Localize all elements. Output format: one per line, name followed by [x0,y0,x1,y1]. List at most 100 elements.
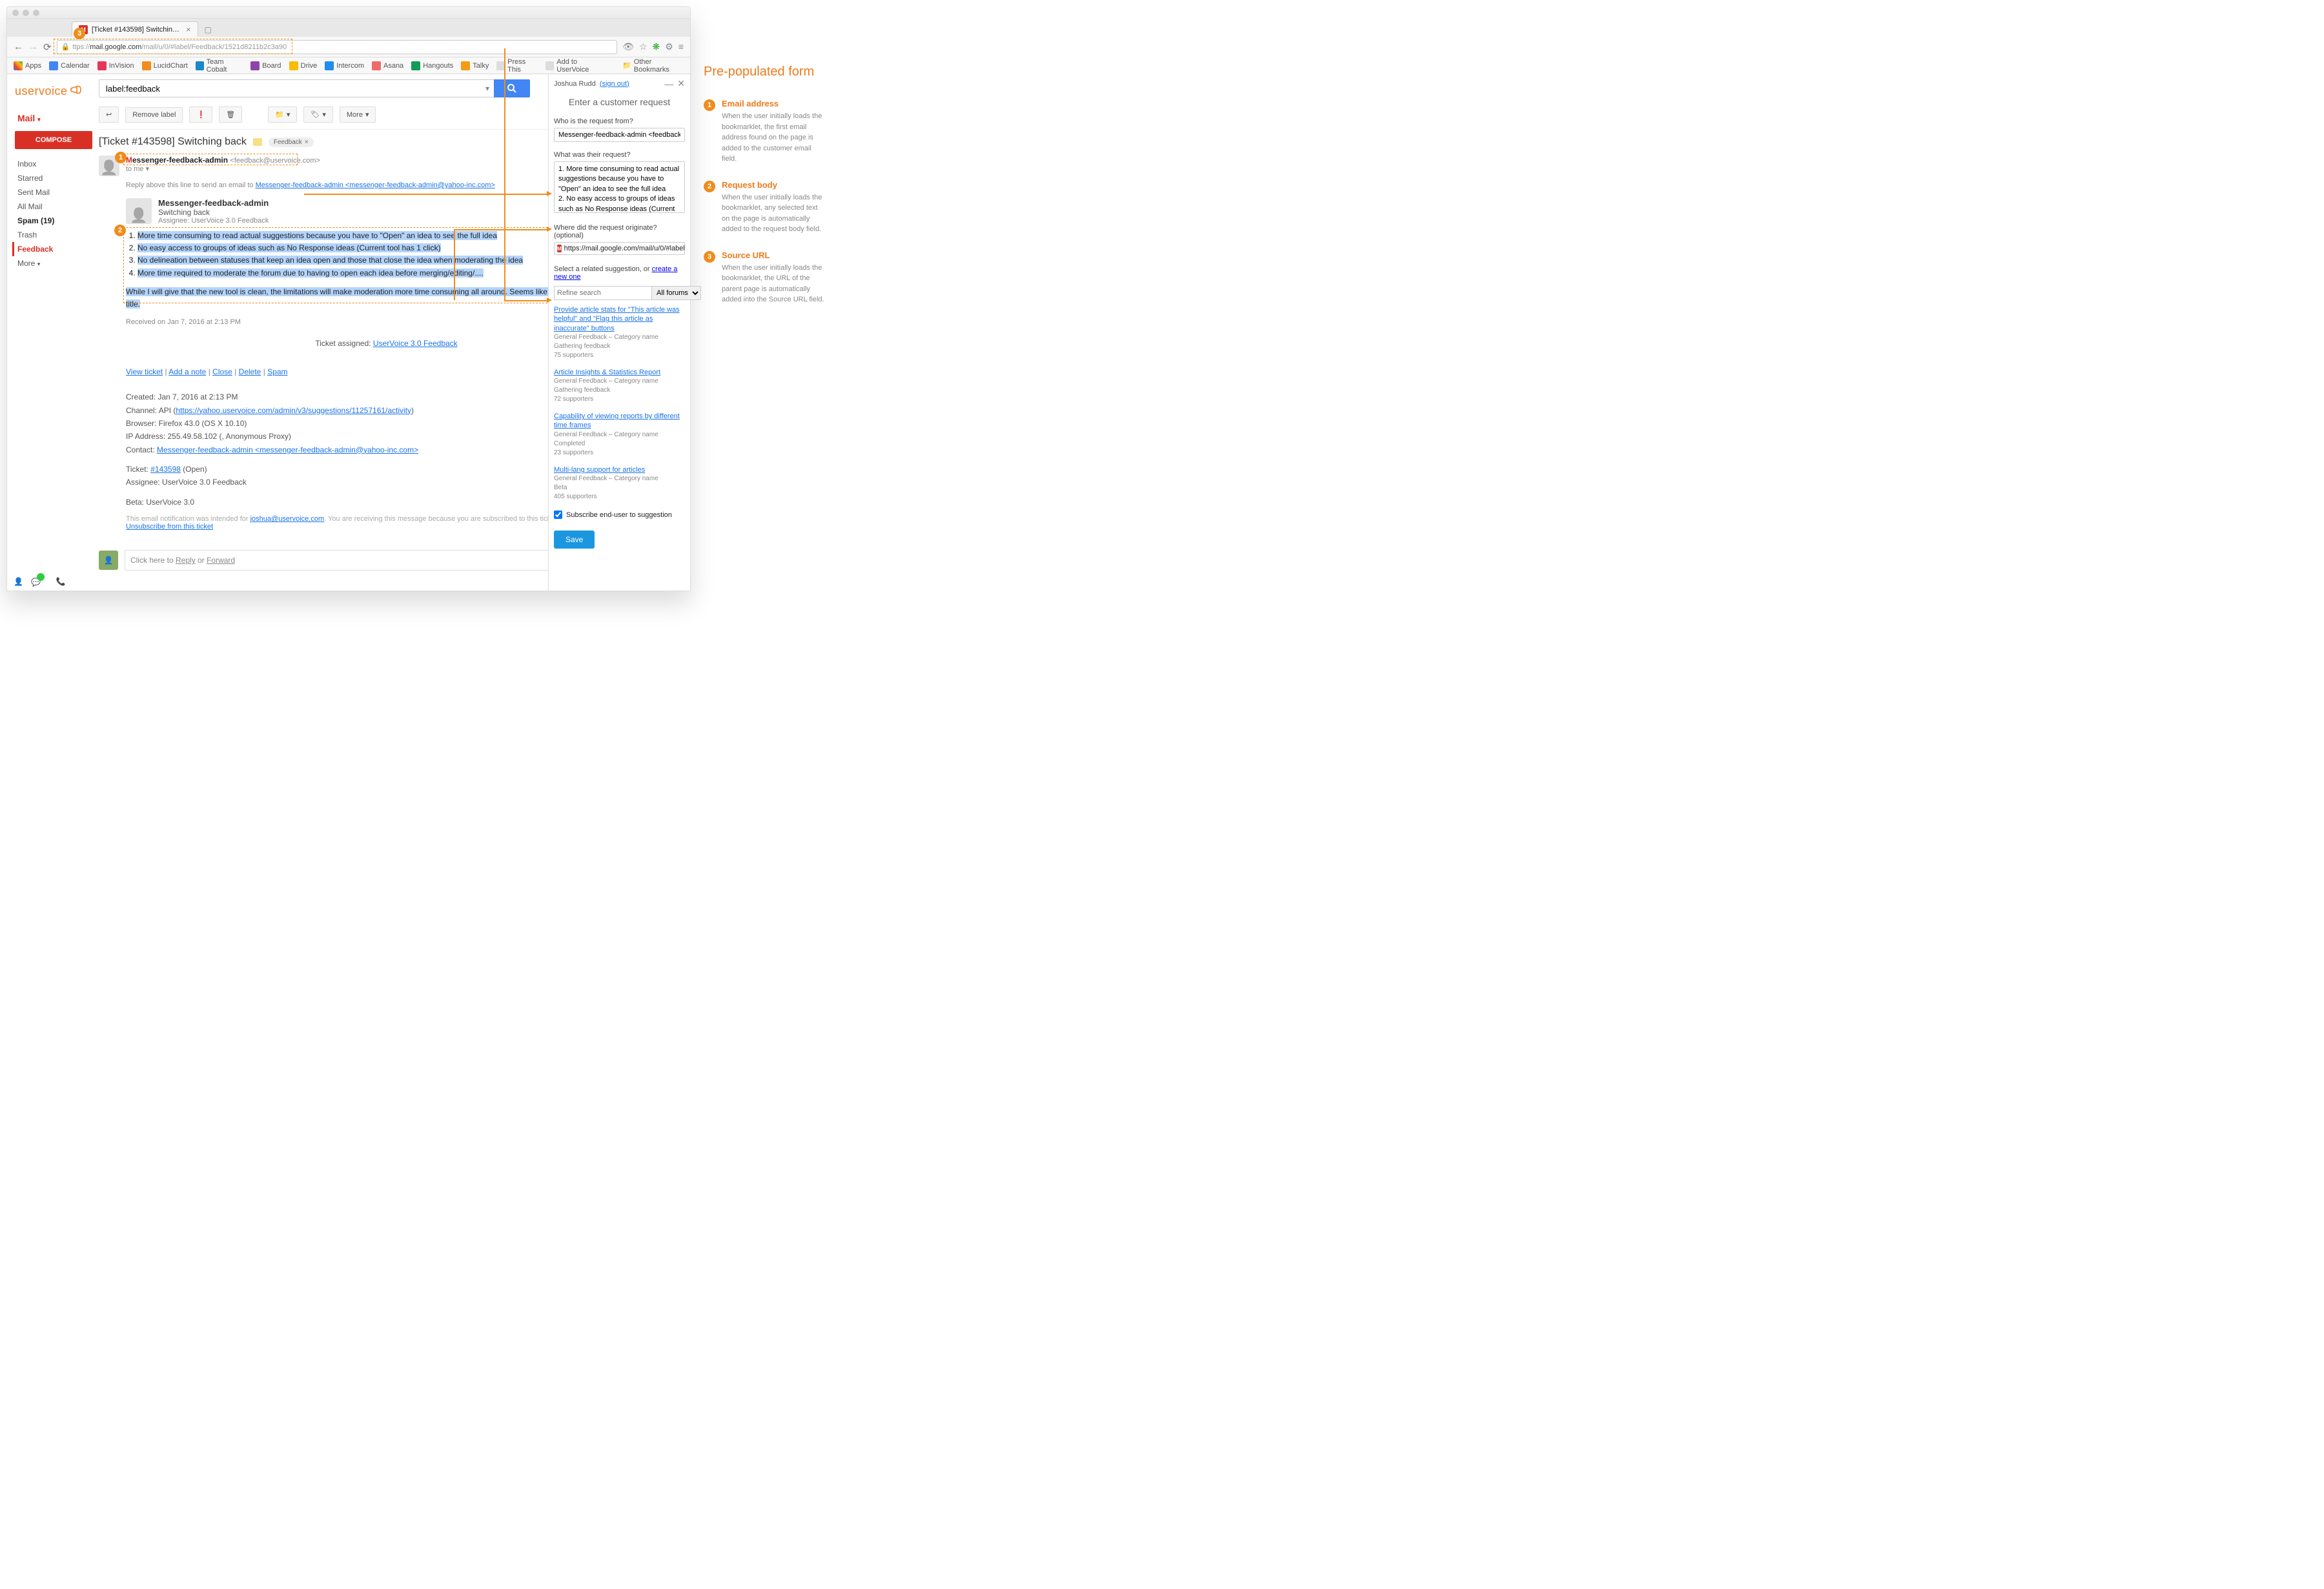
from-line: Messenger-feedback-admin <feedback@userv… [126,156,320,165]
save-button[interactable]: Save [554,531,595,549]
bookmark-talky[interactable]: Talky [461,61,489,70]
request-label: What was their request? [554,148,685,161]
annotation-text: When the user initially loads the bookma… [722,192,825,235]
tag-icon: 🏷 [311,110,320,119]
suggestion-item[interactable]: Multi-lang support for articlesGeneral F… [554,460,685,504]
refine-input[interactable] [554,286,651,300]
url-scheme: ttps:// [72,43,90,51]
minimize-icon[interactable]: — [664,79,673,89]
subscribe-label: Subscribe end-user to suggestion [566,511,672,519]
tab-close-icon[interactable]: × [186,25,191,34]
arrow-3v [504,48,505,300]
url-field[interactable]: 🔒 ttps:// mail.google.com /mail/u/0/#lab… [57,40,618,54]
nav-allmail[interactable]: All Mail [12,199,99,214]
labels-button[interactable]: 🏷 ▾ [303,106,333,123]
mail-dropdown[interactable]: Mail ▾ [12,110,99,131]
bookmark-calendar[interactable]: Calendar [49,61,90,70]
annotation-item: 1 Email address When the user initially … [704,99,833,165]
bookmark-teamcobalt[interactable]: Team Cobalt [196,58,243,74]
close-icon[interactable]: ✕ [677,78,685,89]
nav-inbox[interactable]: Inbox [12,157,99,171]
nav-feedback[interactable]: Feedback [12,242,99,256]
bookmark-hangouts[interactable]: Hangouts [411,61,453,70]
suggestion-title[interactable]: Article Insights & Statistics Report [554,368,685,377]
search-button[interactable] [494,79,530,97]
evernote-icon[interactable]: ❋ [653,41,660,52]
menu-icon[interactable]: ≡ [678,41,684,52]
forward-icon[interactable]: → [28,41,38,52]
bookmark-invision[interactable]: InVision [97,61,134,70]
footer-email-link[interactable]: joshua@uservoice.com [250,515,325,523]
signout-link[interactable]: (sign out) [600,80,629,88]
subscribe-checkbox[interactable] [554,511,562,519]
bookmark-intercom[interactable]: Intercom [325,61,364,70]
bookmark-asana[interactable]: Asana [372,61,403,70]
origin-input[interactable]: M https://mail.google.com/mail/u/0/#labe… [554,242,685,255]
annotation-title: Pre-populated form [704,65,833,79]
gear-icon[interactable]: ⚙ [665,41,673,52]
nav-more[interactable]: More ▾ [12,256,99,270]
suggestion-title[interactable]: Capability of viewing reports by differe… [554,412,685,430]
bookmark-lucidchart[interactable]: LucidChart [142,61,188,70]
annotation-column: Pre-populated form 1 Email address When … [704,6,833,591]
other-bookmarks[interactable]: 📁 Other Bookmarks [622,58,684,74]
phone-icon[interactable]: 📞 [56,577,66,587]
spam-button[interactable]: ❗ [189,106,212,123]
star-icon[interactable]: ☆ [639,41,647,52]
nav-starred[interactable]: Starred [12,171,99,185]
bookmark-drive[interactable]: Drive [289,61,318,70]
suggestion-item[interactable]: Capability of viewing reports by differe… [554,407,685,460]
action-addnote[interactable]: Add a note [168,367,206,376]
nav-sentmail[interactable]: Sent Mail [12,185,99,199]
suggestion-title[interactable]: Multi-lang support for articles [554,465,685,474]
nav-trash[interactable]: Trash [12,228,99,242]
nav-spam[interactable]: Spam (19) [12,214,99,228]
label-chip[interactable]: Feedback × [269,137,314,147]
action-view[interactable]: View ticket [126,367,163,376]
assigned-link[interactable]: UserVoice 3.0 Feedback [373,339,458,348]
address-bar: ← → ⟳ 🔒 ttps:// mail.google.com /mail/u/… [7,37,690,57]
from-input[interactable] [554,128,685,142]
compose-button[interactable]: COMPOSE [15,131,92,149]
chat-icon[interactable]: 💬 [31,577,48,587]
search-options-icon[interactable]: ▾ [481,79,494,97]
more-button[interactable]: More ▾ [340,106,376,123]
bookmark-pressthis[interactable]: Press This [496,58,538,74]
search-bar: ▾ [99,79,530,97]
reply-address-link[interactable]: Messenger-feedback-admin <messenger-feed… [256,181,495,189]
action-close[interactable]: Close [212,367,232,376]
back-icon[interactable]: ← [14,41,23,52]
footer-unsub-link[interactable]: Unsubscribe from this ticket [126,523,213,531]
minimize-window-icon[interactable] [23,10,29,16]
bookmark-apps[interactable]: Apps [14,61,41,70]
annotation-number: 1 [704,99,715,111]
suggestion-item[interactable]: Provide article stats for "This article … [554,300,685,363]
request-textarea[interactable] [554,161,685,213]
move-button[interactable]: 📁 ▾ [268,106,297,123]
suggestion-title[interactable]: Provide article stats for "This article … [554,305,685,333]
remove-chip-icon[interactable]: × [305,139,309,146]
action-spam[interactable]: Spam [267,367,287,376]
close-window-icon[interactable] [12,10,19,16]
tab-title: [Ticket #143598] Switchin… [92,26,179,34]
to-line[interactable]: to me ▾ [126,165,320,173]
subscribe-row: Subscribe end-user to suggestion [554,504,685,525]
back-button[interactable]: ↩ [99,106,119,123]
new-tab-button[interactable]: ▢ [198,23,218,37]
bookmark-board[interactable]: Board [250,61,281,70]
suggestion-item[interactable]: Article Insights & Statistics ReportGene… [554,363,685,407]
action-delete[interactable]: Delete [239,367,261,376]
suggestion-status: Gathering feedback [554,342,685,351]
search-input[interactable] [99,79,481,97]
forum-select[interactable]: All forums [651,286,701,300]
reload-icon[interactable]: ⟳ [43,41,52,53]
browser-tab[interactable]: M [Ticket #143598] Switchin… × [72,21,198,37]
origin-label: Where did the request originate? (option… [554,221,685,242]
person-icon[interactable]: 👤 [14,577,23,587]
zoom-window-icon[interactable] [33,10,39,16]
eye-icon[interactable]: 👁 [622,41,634,52]
bookmark-addtouservoice[interactable]: Add to UserVoice [545,58,607,74]
from-label: Who is the request from? [554,115,685,128]
remove-label-button[interactable]: Remove label [125,107,183,123]
delete-button[interactable]: 🗑 [219,106,242,123]
